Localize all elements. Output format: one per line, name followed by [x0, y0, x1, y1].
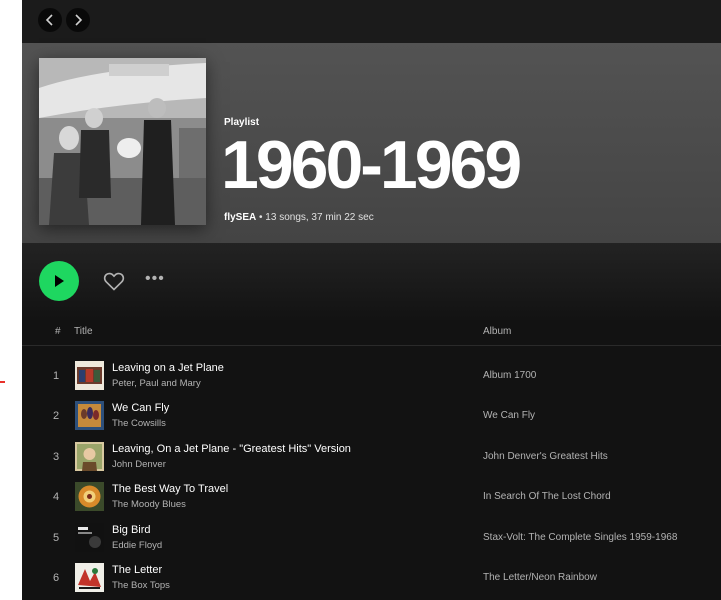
- track-title[interactable]: We Can Fly: [112, 402, 169, 414]
- playlist-owner-link[interactable]: flySEA: [224, 212, 256, 223]
- like-button[interactable]: [102, 269, 126, 293]
- track-title[interactable]: Leaving on a Jet Plane: [112, 362, 224, 374]
- track-artwork: [75, 401, 104, 430]
- track-number: 2: [53, 410, 60, 422]
- track-artist[interactable]: The Moody Blues: [112, 499, 186, 510]
- album-art-image: [75, 482, 104, 511]
- column-album[interactable]: Album: [483, 326, 511, 337]
- forward-button[interactable]: [66, 8, 90, 32]
- track-artwork: [75, 482, 104, 511]
- back-button[interactable]: [38, 8, 62, 32]
- spotify-window: Playlist 1960-1969 flySEA • 13 songs, 37…: [22, 0, 721, 600]
- heart-icon: [103, 272, 125, 291]
- track-album[interactable]: We Can Fly: [483, 410, 535, 421]
- album-art-image: [75, 563, 104, 592]
- album-art-image: [75, 523, 104, 552]
- playlist-cover[interactable]: [39, 58, 206, 225]
- column-number: #: [55, 326, 61, 337]
- chevron-left-icon: [45, 14, 53, 26]
- track-number: 5: [53, 532, 60, 544]
- top-bar: [22, 0, 721, 43]
- track-number: 6: [53, 572, 60, 584]
- album-art-image: [75, 361, 104, 390]
- track-artist[interactable]: John Denver: [112, 459, 166, 470]
- track-title[interactable]: Leaving, On a Jet Plane - "Greatest Hits…: [112, 443, 351, 455]
- track-list-header: # Title Album: [22, 323, 721, 346]
- edge-marker: [0, 381, 5, 383]
- track-artist[interactable]: Peter, Paul and Mary: [112, 378, 201, 389]
- album-art-image: [75, 401, 104, 430]
- playlist-header: Playlist 1960-1969 flySEA • 13 songs, 37…: [22, 43, 721, 243]
- album-art-image: [75, 442, 104, 471]
- more-options-button[interactable]: •••: [145, 269, 165, 289]
- track-row[interactable]: 2 We Can Fly The Cowsills We Can Fly: [22, 397, 721, 437]
- track-artwork: [75, 563, 104, 592]
- track-row[interactable]: 6 The Letter The Box Tops The Letter/Neo…: [22, 559, 721, 599]
- track-number: 3: [53, 451, 60, 463]
- cover-photo-image: [39, 58, 206, 225]
- track-album[interactable]: Stax-Volt: The Complete Singles 1959-196…: [483, 532, 677, 543]
- playlist-stats: • 13 songs, 37 min 22 sec: [256, 212, 374, 223]
- chevron-right-icon: [75, 14, 83, 26]
- track-artist[interactable]: The Cowsills: [112, 418, 166, 429]
- track-artwork: [75, 361, 104, 390]
- track-title[interactable]: The Letter: [112, 564, 162, 576]
- track-album[interactable]: John Denver's Greatest Hits: [483, 451, 608, 462]
- play-button[interactable]: [39, 261, 79, 301]
- track-artwork: [75, 442, 104, 471]
- track-number: 1: [53, 370, 60, 382]
- page-title: 1960-1969: [221, 127, 522, 203]
- track-row[interactable]: 4 The Best Way To Travel The Moody Blues…: [22, 478, 721, 518]
- track-album[interactable]: Album 1700: [483, 370, 536, 381]
- track-number: 4: [53, 491, 60, 503]
- track-artist[interactable]: Eddie Floyd: [112, 540, 162, 551]
- track-row[interactable]: 3 Leaving, On a Jet Plane - "Greatest Hi…: [22, 438, 721, 478]
- playlist-meta: flySEA • 13 songs, 37 min 22 sec: [224, 212, 374, 223]
- track-album[interactable]: In Search Of The Lost Chord: [483, 491, 611, 502]
- track-row[interactable]: 5 Big Bird Eddie Floyd Stax-Volt: The Co…: [22, 519, 721, 559]
- track-album[interactable]: The Letter/Neon Rainbow: [483, 572, 597, 583]
- more-options-icon: •••: [145, 270, 165, 287]
- track-title[interactable]: Big Bird: [112, 524, 151, 536]
- column-title[interactable]: Title: [74, 326, 93, 337]
- action-bar: •••: [22, 243, 721, 323]
- track-artist[interactable]: The Box Tops: [112, 580, 170, 591]
- play-icon: [55, 275, 64, 287]
- track-artwork: [75, 523, 104, 552]
- track-title[interactable]: The Best Way To Travel: [112, 483, 228, 495]
- track-row[interactable]: 1 Leaving on a Jet Plane Peter, Paul and…: [22, 357, 721, 397]
